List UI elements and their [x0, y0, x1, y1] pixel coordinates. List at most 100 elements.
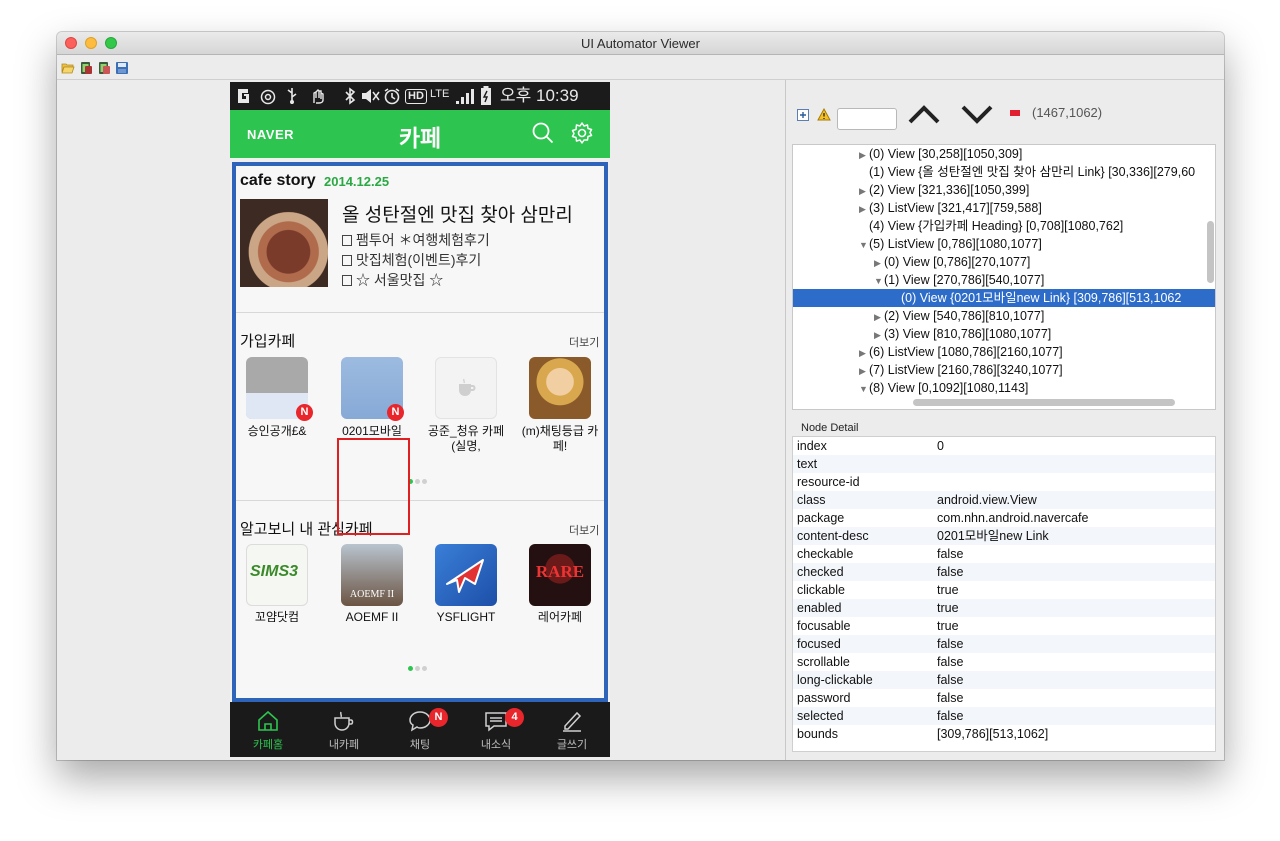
tree-node[interactable]: (4) View {가입카페 Heading} [0,708][1080,762… — [793, 217, 1215, 235]
interest-page-indicator — [408, 658, 436, 671]
tab-my-cafe[interactable]: 내카페 — [306, 702, 382, 757]
rare-logo-text: RARE — [535, 562, 585, 581]
search-icon[interactable] — [531, 121, 555, 145]
selected-node-outline — [337, 438, 410, 535]
expand-all-icon[interactable] — [797, 109, 809, 121]
detail-row[interactable]: text — [793, 455, 1215, 473]
interest-thumb-1[interactable]: SIMS3 — [246, 544, 308, 606]
previous-node-icon[interactable] — [907, 102, 941, 126]
story-headline[interactable]: 올 성탄절엔 맛집 찾아 삼만리 — [342, 200, 573, 227]
minimize-window-button[interactable] — [85, 37, 97, 49]
cafe-name-4[interactable]: (m)채팅등급 카페! — [515, 424, 604, 454]
news-icon — [485, 712, 507, 732]
main-toolbar — [57, 56, 1224, 80]
circle-at-icon — [260, 89, 276, 105]
detail-row[interactable]: password false — [793, 689, 1215, 707]
detail-row[interactable]: focusable true — [793, 617, 1215, 635]
tree-node-selected[interactable]: (0) View {0201모바일new Link} [309,786][513… — [793, 289, 1215, 307]
cafe-thumb-3[interactable] — [435, 357, 497, 419]
cafe-story-date: 2014.12.25 — [324, 174, 390, 189]
clear-search-icon[interactable] — [1010, 110, 1020, 116]
cafe-home-content[interactable]: cafe story 2014.12.25 올 성탄절엔 맛집 찾아 삼만리 팸… — [236, 166, 604, 698]
interest-name-3[interactable]: YSFLIGHT — [421, 610, 511, 625]
document-icon — [342, 255, 352, 266]
tree-node[interactable]: ▶ (2) View [540,786][810,1077] — [793, 307, 1215, 325]
zoom-window-button[interactable] — [105, 37, 117, 49]
tree-node[interactable]: ▶ (7) ListView [2160,786][3240,1077] — [793, 361, 1215, 379]
detail-row[interactable]: selected false — [793, 707, 1215, 725]
detail-row[interactable]: index 0 — [793, 437, 1215, 455]
tree-node[interactable]: ▶ (0) View [0,786][270,1077] — [793, 253, 1215, 271]
next-node-icon[interactable] — [960, 102, 994, 126]
mute-icon — [362, 89, 380, 103]
tree-node[interactable]: ▼(1) View [270,786][540,1077] — [793, 271, 1215, 289]
screenshot-pane: HD LTE 오후 10:39 NAVER 카페 cafe story 2014… — [57, 80, 786, 760]
save-icon[interactable] — [115, 61, 129, 75]
cafe-name-2[interactable]: 0201모바일 — [327, 424, 417, 439]
new-badge: N — [296, 404, 313, 421]
interest-thumb-4[interactable]: RARE — [529, 544, 591, 606]
close-window-button[interactable] — [65, 37, 77, 49]
interest-name-4[interactable]: 레어카페 — [515, 610, 604, 625]
detail-row[interactable]: package com.nhn.android.navercafe — [793, 509, 1215, 527]
story-link-1[interactable]: 팸투어 ＊여행체험후기 — [342, 230, 490, 250]
tree-horizontal-scrollbar[interactable] — [913, 399, 1175, 406]
lte-icon: LTE — [430, 88, 450, 100]
story-thumbnail[interactable] — [240, 199, 328, 287]
detail-row[interactable]: focused false — [793, 635, 1215, 653]
cafe-thumb-4[interactable] — [529, 357, 591, 419]
open-folder-icon[interactable] — [61, 61, 75, 75]
tree-node[interactable]: ▶ (2) View [321,336][1050,399] — [793, 181, 1215, 199]
device-screenshot[interactable]: HD LTE 오후 10:39 NAVER 카페 cafe story 2014… — [230, 82, 610, 757]
news-count-badge: 4 — [505, 708, 524, 727]
detail-row[interactable]: bounds [309,786][513,1062] — [793, 725, 1215, 743]
detail-row[interactable]: checkable false — [793, 545, 1215, 563]
tree-node[interactable]: ▶ (6) ListView [1080,786][2160,1077] — [793, 343, 1215, 361]
device-screenshot-compressed-icon[interactable] — [97, 61, 111, 75]
interest-name-1[interactable]: 꼬얌닷컴 — [236, 610, 322, 625]
node-search-input[interactable] — [837, 108, 897, 130]
detail-row[interactable]: checked false — [793, 563, 1215, 581]
interest-thumb-2[interactable]: AOEMF II — [341, 544, 403, 606]
home-icon — [258, 710, 278, 731]
detail-row[interactable]: scrollable false — [793, 653, 1215, 671]
detail-row[interactable]: content-desc 0201모바일new Link — [793, 527, 1215, 545]
warning-icon[interactable] — [817, 108, 831, 121]
interest-thumb-3[interactable] — [435, 544, 497, 606]
chat-icon — [409, 711, 431, 732]
detail-row[interactable]: long-clickable false — [793, 671, 1215, 689]
bluetooth-icon — [345, 87, 356, 105]
story-link-3[interactable]: ☆ 서울맛집 ☆ — [342, 270, 443, 290]
device-screenshot-icon[interactable] — [79, 61, 93, 75]
hierarchy-pane: (1467,1062) ▶ (0) View [30,258][1050,309]… — [787, 80, 1224, 760]
detail-row[interactable]: class android.view.View — [793, 491, 1215, 509]
tree-toolbar: (1467,1062) — [787, 80, 1224, 144]
sims-logo-text: SIMS3 — [250, 563, 299, 580]
joined-cafes-more-link[interactable]: 더보기 — [569, 334, 599, 350]
tab-news[interactable]: 4 내소식 — [458, 702, 534, 757]
cafe-name-3[interactable]: 공준_청유 카페(실명, — [421, 424, 511, 454]
tree-node[interactable]: ▶ (0) View [30,258][1050,309] — [793, 145, 1215, 163]
interest-name-2[interactable]: AOEMF II — [327, 610, 417, 625]
detail-row[interactable]: clickable true — [793, 581, 1215, 599]
hierarchy-tree[interactable]: ▶ (0) View [30,258][1050,309] (1) View {올… — [792, 144, 1216, 410]
aoemf-logo-text: AOEMF II — [349, 589, 395, 600]
section-divider — [236, 500, 604, 501]
cafe-name-1[interactable]: 승인공개£& — [236, 424, 322, 439]
gear-icon[interactable] — [570, 121, 594, 145]
tree-vertical-scrollbar[interactable] — [1207, 221, 1214, 283]
detail-row[interactable]: enabled true — [793, 599, 1215, 617]
tab-cafe-home[interactable]: 카페홈 — [230, 702, 306, 757]
tree-node[interactable]: ▶ (3) ListView [321,417][759,588] — [793, 199, 1215, 217]
tree-node[interactable]: ▼(8) View [0,1092][1080,1143] — [793, 379, 1215, 397]
bottom-tab-bar: 카페홈 내카페 N 채팅 4 내소식 글쓰기 — [230, 702, 610, 757]
tree-node[interactable]: (1) View {올 성탄절엔 맛집 찾아 삼만리 Link} [30,336… — [793, 163, 1215, 181]
detail-row[interactable]: resource-id — [793, 473, 1215, 491]
tab-chat[interactable]: N 채팅 — [382, 702, 458, 757]
tree-node[interactable]: ▶ (3) View [810,786][1080,1077] — [793, 325, 1215, 343]
tab-write[interactable]: 글쓰기 — [534, 702, 610, 757]
tree-node[interactable]: ▼(5) ListView [0,786][1080,1077] — [793, 235, 1215, 253]
interest-cafes-more-link[interactable]: 더보기 — [569, 522, 599, 538]
battery-icon — [481, 86, 491, 105]
story-link-2[interactable]: 맛집체험(이벤트)후기 — [342, 250, 481, 270]
